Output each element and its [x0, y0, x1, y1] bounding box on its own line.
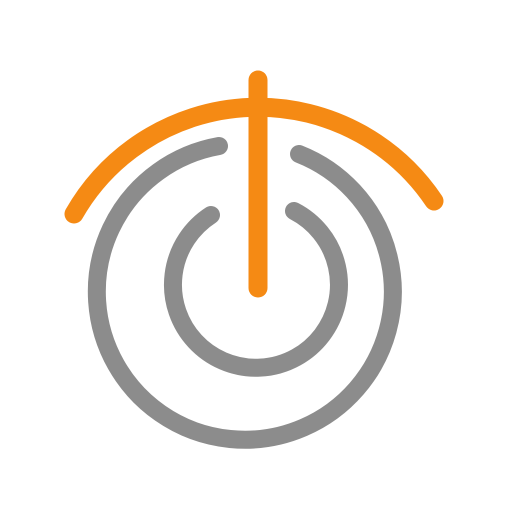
app-icon-canvas: [0, 0, 512, 512]
power-signal-logo-icon: [64, 70, 444, 449]
outer-ring-icon: [87, 137, 402, 449]
